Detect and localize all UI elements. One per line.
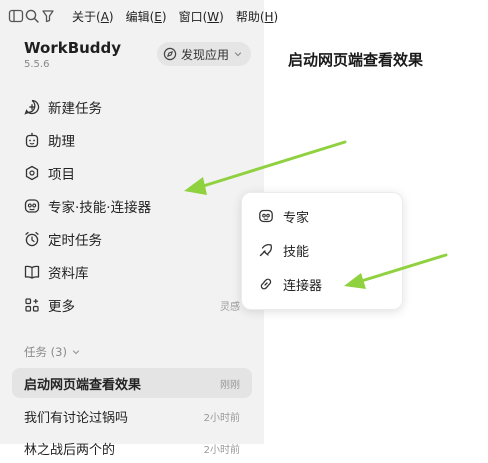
tasks-section-label: 任务 (3) [24, 345, 67, 359]
page-title: 启动网页端查看效果 [288, 51, 424, 69]
more-icon [22, 295, 42, 315]
discover-apps-button[interactable]: 发现应用 [157, 42, 252, 66]
app-name: WorkBuddy [24, 39, 122, 57]
project-icon [22, 163, 42, 183]
popup-label: 专家 [283, 210, 310, 226]
task-time: 刚刚 [220, 379, 240, 391]
menu-window[interactable]: 窗口(W) [179, 8, 224, 25]
task-title: 林之战后两个的 [24, 442, 116, 458]
nav-label: 项目 [48, 167, 75, 183]
filter-icon[interactable] [40, 5, 56, 27]
nav-label: 专家·技能·连接器 [48, 200, 152, 216]
nav-more[interactable]: 更多 灵感 [12, 290, 252, 320]
task-time: 2小时前 [203, 412, 240, 424]
menu-edit[interactable]: 编辑(E) [126, 8, 167, 25]
tasks-section-toggle[interactable]: 任务 (3) [24, 344, 81, 360]
nav-label: 更多 [48, 299, 75, 315]
task-title: 启动网页端查看效果 [24, 377, 142, 393]
chevron-down-icon [71, 347, 81, 357]
task-title: 我们有讨论过锅吗 [24, 410, 129, 426]
nav-label: 助理 [48, 134, 75, 150]
sidebar-toggle-icon[interactable] [8, 5, 24, 27]
alarm-icon [22, 229, 42, 249]
skill-icon [257, 241, 275, 259]
menu-help[interactable]: 帮助(H) [236, 8, 278, 25]
nav-projects[interactable]: 项目 [12, 158, 252, 188]
task-time: 2小时前 [203, 444, 240, 456]
popup-item-skills[interactable]: 技能 [242, 235, 402, 265]
sidebar: 关于(A) 编辑(E) 窗口(W) 帮助(H) WorkBuddy 5.5.6 … [0, 0, 278, 458]
menu-bar: 关于(A) 编辑(E) 窗口(W) 帮助(H) [0, 0, 278, 32]
expert-icon [257, 207, 275, 225]
chevron-down-icon [233, 49, 243, 59]
task-row[interactable]: 林之战后两个的 2小时前 [12, 433, 252, 463]
popup-item-experts[interactable]: 专家 [242, 201, 402, 231]
nav-scheduled-tasks[interactable]: 定时任务 [12, 224, 252, 254]
task-row[interactable]: 启动网页端查看效果 刚刚 [12, 368, 252, 398]
nav-label: 资料库 [48, 266, 89, 282]
new-task-icon [22, 97, 42, 117]
popup-item-connectors[interactable]: 连接器 [242, 269, 402, 299]
nav-new-task[interactable]: 新建任务 [12, 92, 252, 122]
link-icon [257, 275, 275, 293]
popup-label: 连接器 [283, 278, 323, 294]
search-icon[interactable] [24, 5, 40, 27]
popup-label: 技能 [283, 244, 310, 260]
app-version: 5.5.6 [24, 59, 50, 70]
book-icon [22, 262, 42, 282]
submenu-popup: 专家 技能 连接器 [241, 192, 403, 310]
assistant-icon [22, 130, 42, 150]
nav-more-hint: 灵感 [220, 301, 240, 313]
nav-experts-skills-connectors[interactable]: 专家·技能·连接器 [12, 191, 252, 221]
nav-library[interactable]: 资料库 [12, 257, 252, 287]
expert-skill-icon [22, 196, 42, 216]
compass-icon [163, 47, 177, 61]
menu-about[interactable]: 关于(A) [72, 8, 114, 25]
discover-apps-label: 发现应用 [181, 47, 230, 62]
nav-label: 新建任务 [48, 101, 102, 117]
nav-assistant[interactable]: 助理 [12, 125, 252, 155]
task-row[interactable]: 我们有讨论过锅吗 2小时前 [12, 401, 252, 431]
nav-label: 定时任务 [48, 233, 102, 249]
